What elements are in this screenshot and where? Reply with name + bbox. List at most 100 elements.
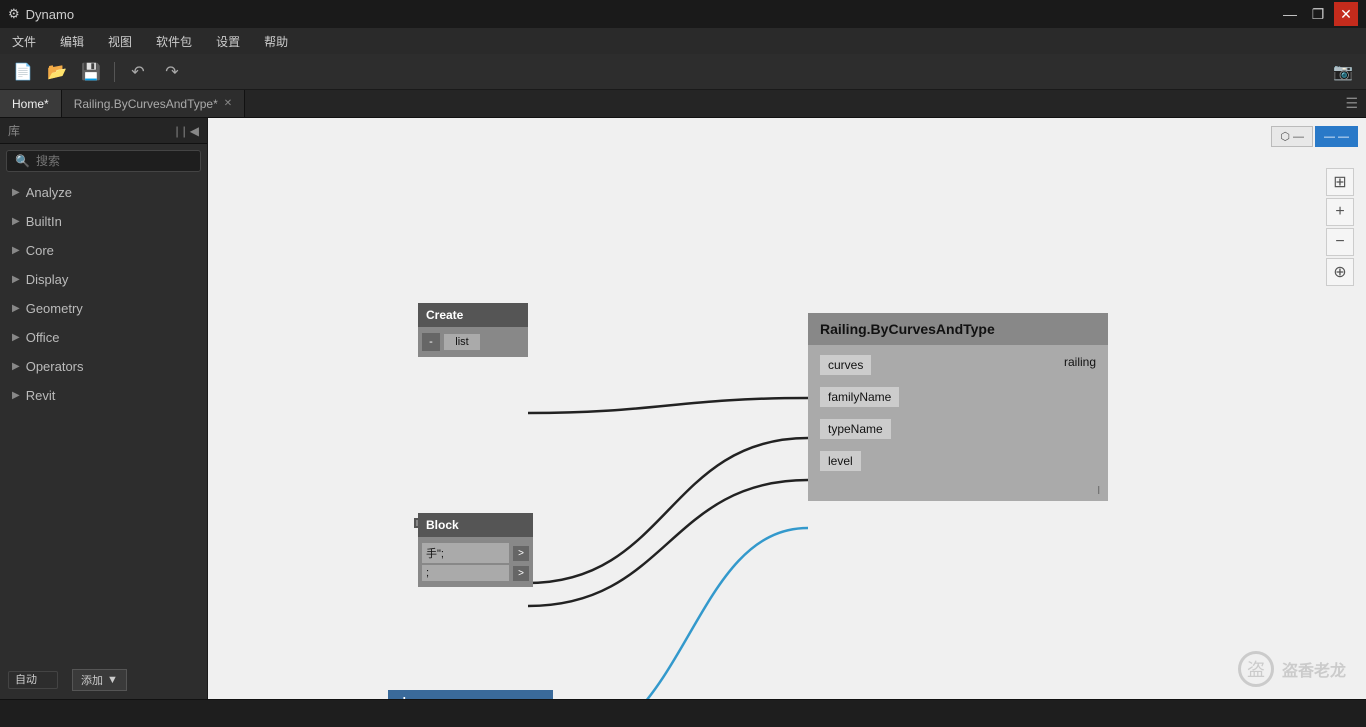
railing-input-curves: curves <box>808 349 1056 381</box>
toolbar-separator <box>114 62 115 82</box>
railing-input-level: level <box>808 445 1056 477</box>
office-arrow: ▶ <box>12 332 20 343</box>
block-body: 手"; > ; > <box>418 537 533 587</box>
block-arrow-1: > <box>513 546 529 561</box>
office-label: Office <box>26 330 60 345</box>
open-button[interactable]: 📂 <box>42 57 72 87</box>
tab-home-label: Home* <box>12 97 49 111</box>
sidebar-bottom: 自动 添加 ▼ <box>0 661 207 699</box>
menu-file[interactable]: 文件 <box>8 31 40 52</box>
library-label: 库 <box>8 122 20 139</box>
watermark: 盗 盗香老龙 <box>1238 651 1346 687</box>
level-label: level <box>820 451 861 471</box>
redo-button[interactable]: ↷ <box>157 57 187 87</box>
zoom-controls: ⊞ + − ⊕ <box>1326 168 1354 286</box>
sidebar-item-analyze[interactable]: ▶ Analyze <box>0 178 207 207</box>
sidebar-item-office[interactable]: ▶ Office <box>0 323 207 352</box>
block-header: Block <box>418 513 533 537</box>
screenshot-button[interactable]: 📷 <box>1328 57 1358 87</box>
railing-inputs: curves familyName typeName level <box>808 345 1056 481</box>
add-button[interactable]: 添加 ▼ <box>72 669 127 691</box>
railing-outputs: railing <box>1056 345 1108 481</box>
search-box: 🔍 <box>6 150 201 172</box>
geometry-label: Geometry <box>26 301 83 316</box>
sidebar-icon3[interactable]: ◀ <box>190 124 199 138</box>
watermark-text: 盗香老龙 <box>1282 657 1346 681</box>
restore-button[interactable]: ❐ <box>1306 2 1330 26</box>
zoom-fit-button[interactable]: ⊞ <box>1326 168 1354 196</box>
tab-railing-label: Railing.ByCurvesAndType* <box>74 97 218 111</box>
titlebar-controls: — ❐ ✕ <box>1278 2 1358 26</box>
core-label: Core <box>26 243 54 258</box>
sidebar-item-revit[interactable]: ▶ Revit <box>0 381 207 410</box>
railing-input-typename: typeName <box>808 413 1056 445</box>
view-2d-dash: — <box>1338 131 1349 143</box>
menu-packages[interactable]: 软件包 <box>152 31 196 52</box>
sidebar-item-core[interactable]: ▶ Core <box>0 236 207 265</box>
list-minus-button[interactable]: - <box>422 333 440 351</box>
tab-railing-close[interactable]: ✕ <box>224 98 232 109</box>
display-arrow: ▶ <box>12 274 20 285</box>
list-value: list <box>444 334 480 350</box>
zoom-in-icon: + <box>1335 203 1344 221</box>
new-button[interactable]: 📄 <box>8 57 38 87</box>
pan-icon: ⊕ <box>1333 262 1346 282</box>
railing-footer: l <box>808 481 1108 501</box>
view-3d-icon: ⬡ <box>1280 130 1290 143</box>
connections-svg <box>208 118 1366 699</box>
node-list-body: - list <box>418 327 528 357</box>
zoom-out-icon: − <box>1335 233 1344 251</box>
search-icon: 🔍 <box>15 154 30 168</box>
block-text-1: 手"; <box>422 543 509 563</box>
railing-header: Railing.ByCurvesAndType <box>808 313 1108 345</box>
sidebar-icon2[interactable]: | <box>183 124 186 138</box>
view-btn-3d[interactable]: ⬡ — <box>1271 126 1313 147</box>
railing-output-railing: railing <box>1060 349 1100 375</box>
builtin-arrow: ▶ <box>12 216 20 227</box>
close-button[interactable]: ✕ <box>1334 2 1358 26</box>
railing-input-familyname: familyName <box>808 381 1056 413</box>
sidebar-item-builtin[interactable]: ▶ BuiltIn <box>0 207 207 236</box>
display-label: Display <box>26 272 69 287</box>
auto-select[interactable]: 自动 <box>8 671 58 689</box>
tab-railing[interactable]: Railing.ByCurvesAndType* ✕ <box>62 90 245 117</box>
sidebar-item-display[interactable]: ▶ Display <box>0 265 207 294</box>
node-list-header: Create <box>418 303 528 327</box>
tabbar-end <box>245 90 1337 117</box>
search-input[interactable] <box>36 154 192 168</box>
zoom-out-button[interactable]: − <box>1326 228 1354 256</box>
zoom-fit-icon: ⊞ <box>1333 172 1346 192</box>
toolbar: 📄 📂 💾 ↶ ↷ 📷 <box>0 54 1366 90</box>
watermark-icon: 盗 <box>1238 651 1274 687</box>
geometry-arrow: ▶ <box>12 303 20 314</box>
block-row-1: 手"; > <box>422 543 529 563</box>
view-btn-2d[interactable]: — — <box>1315 126 1358 147</box>
menu-edit[interactable]: 编辑 <box>56 31 88 52</box>
node-list-row: - list <box>422 333 524 351</box>
tab-home[interactable]: Home* <box>0 90 62 117</box>
typename-label: typeName <box>820 419 891 439</box>
pan-button[interactable]: ⊕ <box>1326 258 1354 286</box>
undo-button[interactable]: ↶ <box>123 57 153 87</box>
view-toggle: ⬡ — — — <box>1271 126 1358 147</box>
canvas[interactable]: Create - list Railing.ByCurvesAndType cu… <box>208 118 1366 699</box>
titlebar-left: ⚙ Dynamo <box>8 6 74 22</box>
sidebar-item-geometry[interactable]: ▶ Geometry <box>0 294 207 323</box>
sidebar: 库 | | ◀ 🔍 ▶ Analyze ▶ BuiltIn ▶ Core ▶ D… <box>0 118 208 699</box>
menu-view[interactable]: 视图 <box>104 31 136 52</box>
bottombar <box>0 699 1366 727</box>
menu-help[interactable]: 帮助 <box>260 31 292 52</box>
menu-settings[interactable]: 设置 <box>212 31 244 52</box>
tabbar-settings[interactable]: ☰ <box>1337 90 1366 117</box>
zoom-in-button[interactable]: + <box>1326 198 1354 226</box>
revit-arrow: ▶ <box>12 390 20 401</box>
minimize-button[interactable]: — <box>1278 2 1302 26</box>
node-list-create: Create - list <box>418 303 528 357</box>
operators-arrow: ▶ <box>12 361 20 372</box>
save-button[interactable]: 💾 <box>76 57 106 87</box>
sidebar-item-operators[interactable]: ▶ Operators <box>0 352 207 381</box>
sidebar-icon1[interactable]: | <box>176 124 179 138</box>
add-label: 添加 <box>81 672 103 688</box>
familyname-label: familyName <box>820 387 899 407</box>
app-icon: ⚙ <box>8 6 20 22</box>
